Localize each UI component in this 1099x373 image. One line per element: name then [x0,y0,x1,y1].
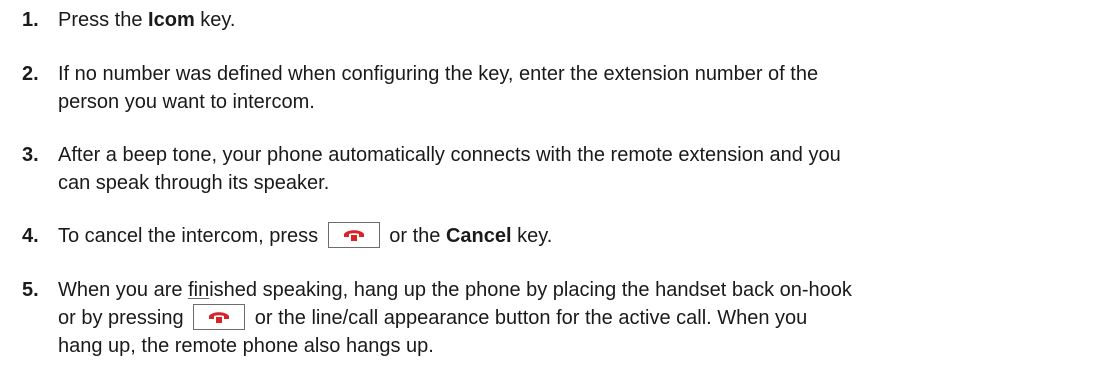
step-number: 2. [22,63,39,85]
end-call-key [193,304,246,331]
step-text: If no number was defined when configurin… [58,63,819,113]
end-call-key [327,222,380,249]
icom-key-label: Icom [148,9,195,31]
step-number: 4. [22,225,39,247]
step-number: 5. [22,279,39,301]
step-number: 1. [22,9,39,31]
step-number: 3. [22,144,39,166]
step-text: To cancel the intercom, press or the Can… [58,222,1098,250]
cancel-key-label: Cancel [445,225,512,247]
hang-up-handset-icon [343,230,364,242]
step-text: Press the Icom key. [58,9,236,31]
step-text: After a beep tone, your phone automatica… [58,144,841,194]
step-text: When you are finished speaking, hang up … [58,279,852,357]
hang-up-handset-icon [209,312,230,324]
